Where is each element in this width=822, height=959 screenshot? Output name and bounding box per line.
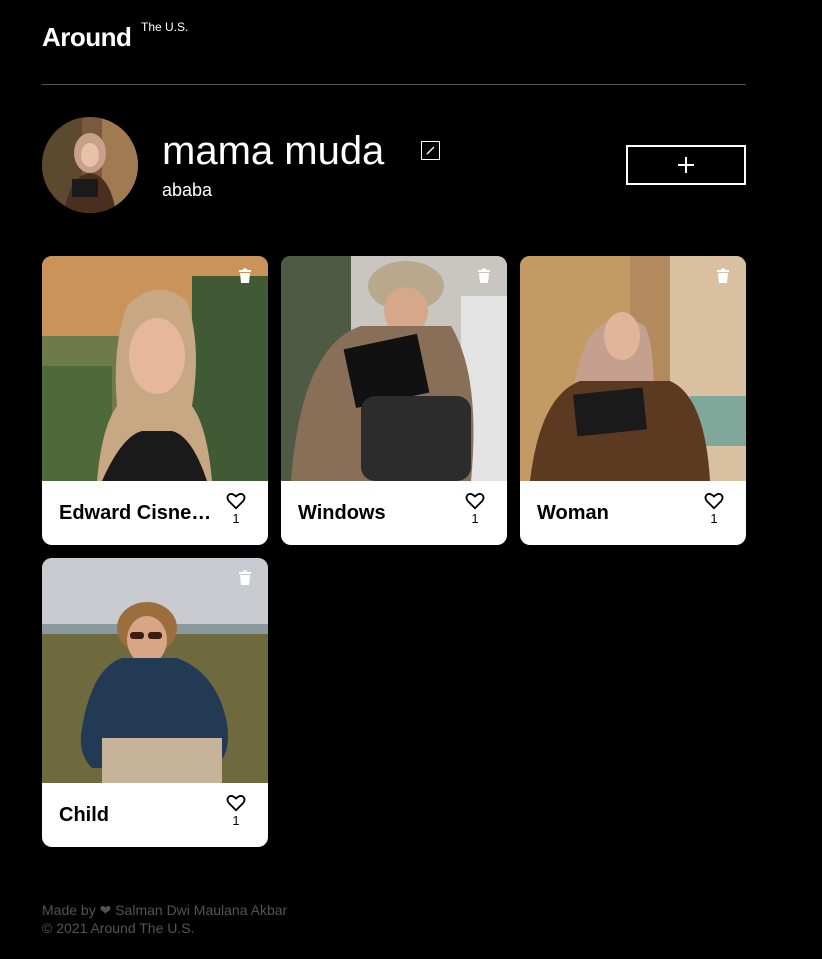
card: Child 1 [42, 558, 268, 847]
add-card-button[interactable] [626, 145, 746, 185]
card-title: Woman [537, 502, 609, 524]
plus-icon [678, 157, 694, 173]
like-group: 1 [224, 492, 248, 527]
like-group: 1 [463, 492, 487, 527]
card-image[interactable] [42, 256, 268, 481]
avatar[interactable] [42, 117, 138, 213]
logo-subtitle: The U.S. [141, 20, 189, 34]
profile-section: mama muda ababa [42, 117, 746, 213]
footer-credit: Made by ❤ Salman Dwi Maulana Akbar [42, 902, 288, 918]
like-button[interactable] [226, 492, 246, 510]
like-count: 1 [232, 813, 240, 828]
like-group: 1 [702, 492, 726, 527]
profile-about: ababa [162, 180, 213, 200]
heart-icon [704, 493, 724, 510]
logo: Around [42, 22, 132, 52]
site-header: Around The U.S. [42, 18, 746, 85]
card-image[interactable] [281, 256, 507, 481]
woman-with-laptop-and-backpack-image [281, 256, 507, 481]
heart-icon [465, 493, 485, 510]
card: Windows 1 [281, 256, 507, 545]
site-footer: Made by ❤ Salman Dwi Maulana Akbar © 202… [42, 901, 287, 937]
footer-copyright: © 2021 Around The U.S. [42, 920, 195, 936]
delete-card-button[interactable] [715, 268, 731, 284]
like-group: 1 [224, 794, 248, 829]
trash-icon [478, 268, 490, 283]
trash-icon [717, 268, 729, 283]
pencil-icon [426, 146, 435, 155]
woman-in-hijab-holding-laptop-image [520, 256, 746, 481]
card-image[interactable] [520, 256, 746, 481]
card: Woman 1 [520, 256, 746, 545]
profile-name: mama muda [162, 129, 385, 173]
heart-icon [226, 493, 246, 510]
delete-card-button[interactable] [237, 570, 253, 586]
card-title: Windows [298, 502, 386, 524]
like-count: 1 [471, 511, 479, 526]
card: Edward Cisneros 1 [42, 256, 268, 545]
like-button[interactable] [704, 492, 724, 510]
like-button[interactable] [226, 794, 246, 812]
like-count: 1 [710, 511, 718, 526]
child-with-sunglasses-image [42, 558, 268, 783]
trash-icon [239, 570, 251, 585]
edit-profile-button[interactable] [421, 141, 440, 160]
trash-icon [239, 268, 251, 283]
like-count: 1 [232, 511, 240, 526]
card-title: Child [59, 804, 109, 826]
heart-icon [226, 795, 246, 812]
card-title: Edward Cisneros [59, 502, 219, 524]
like-button[interactable] [465, 492, 485, 510]
delete-card-button[interactable] [476, 268, 492, 284]
delete-card-button[interactable] [237, 268, 253, 284]
portrait-blonde-woman-image [42, 256, 268, 481]
card-image[interactable] [42, 558, 268, 783]
